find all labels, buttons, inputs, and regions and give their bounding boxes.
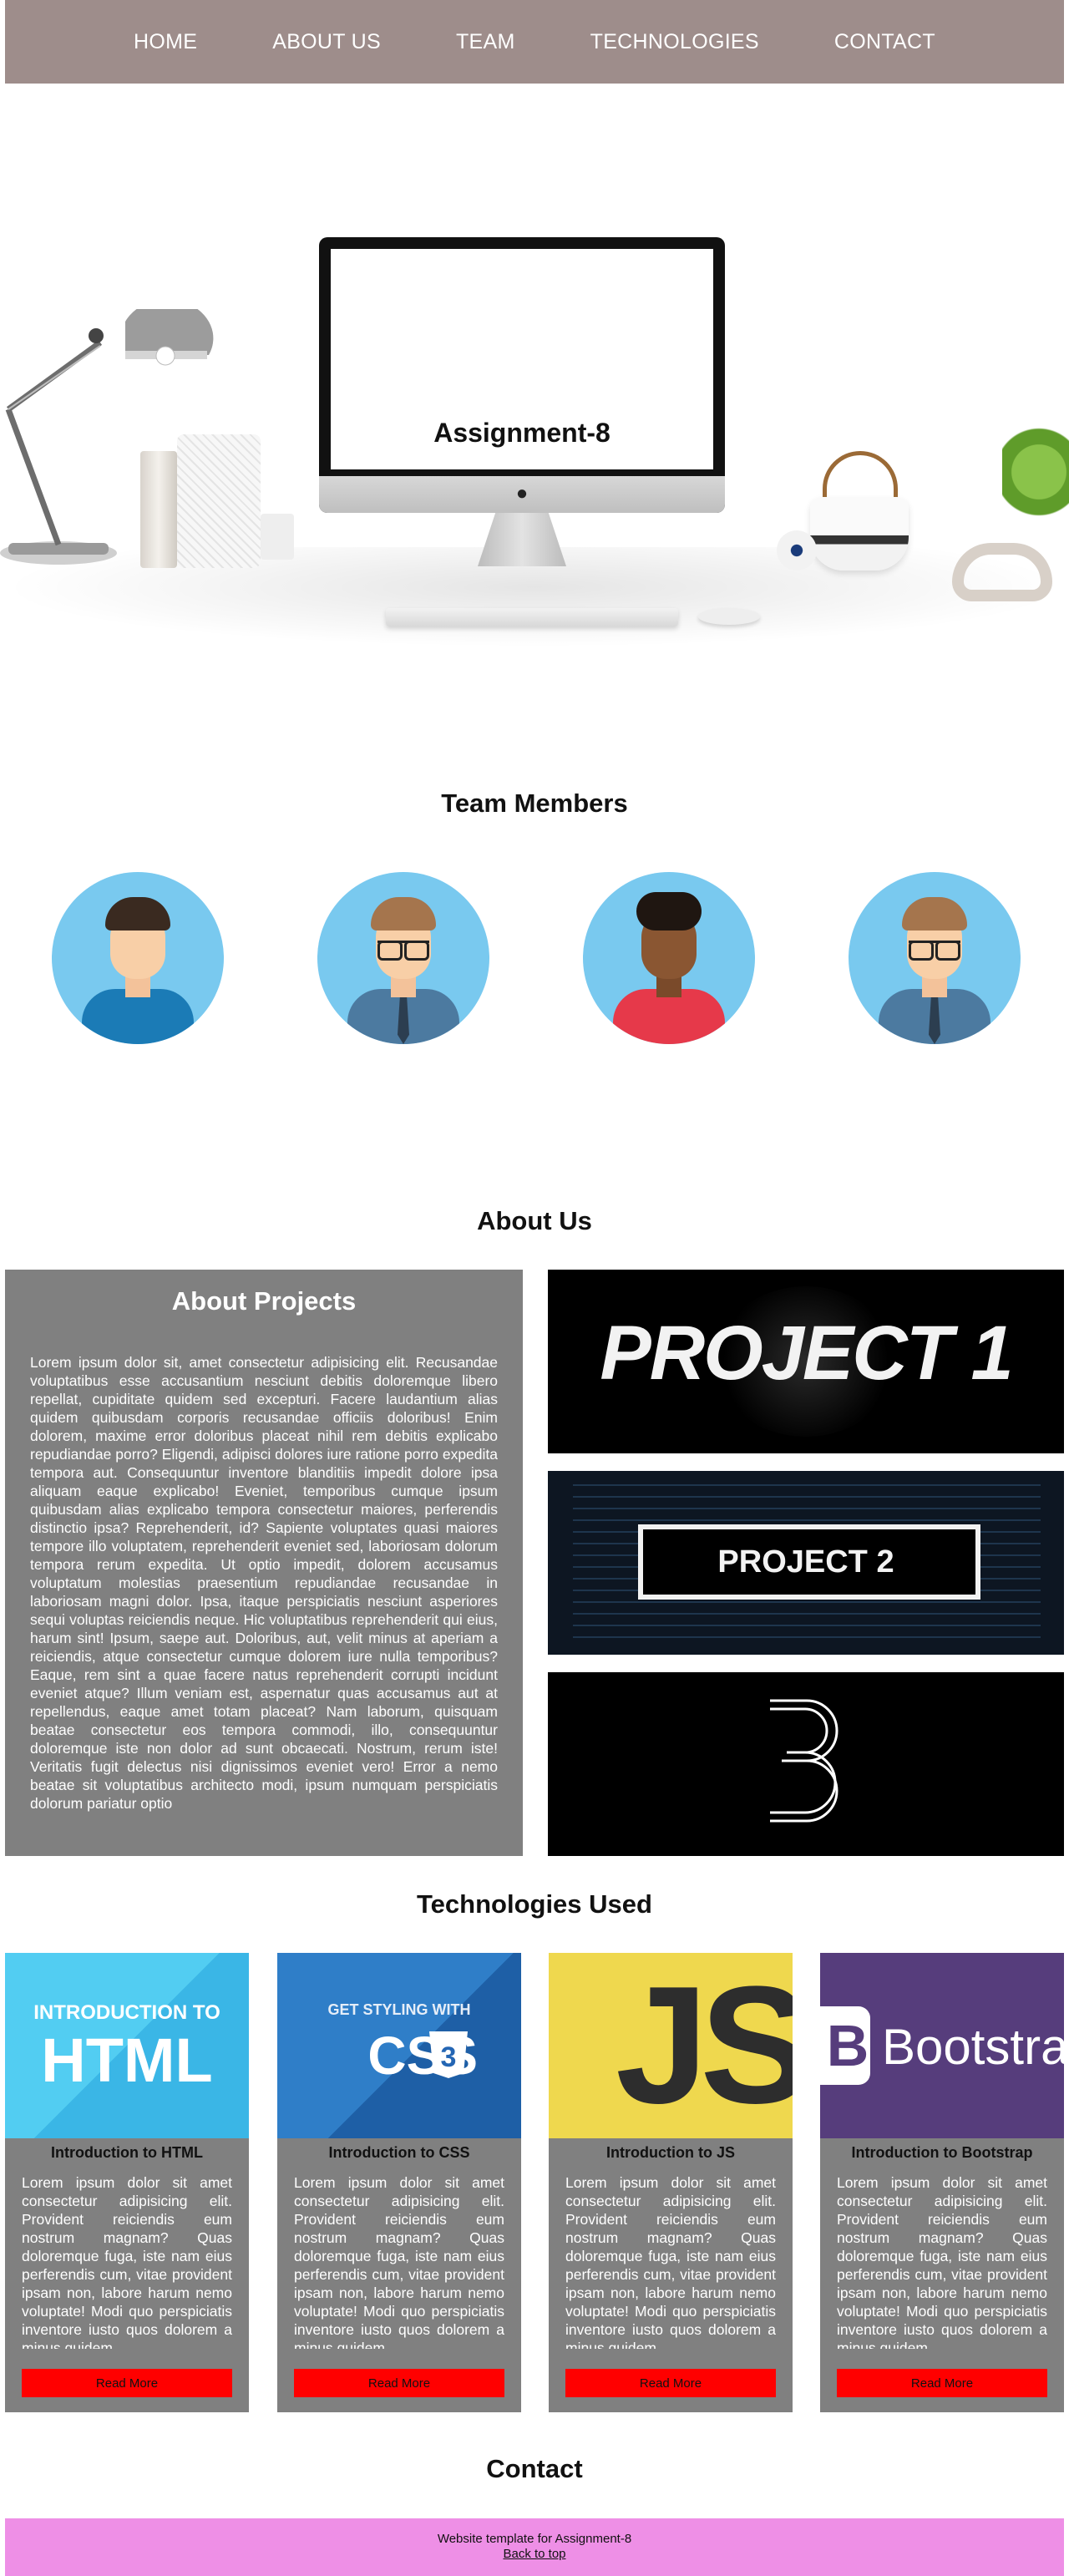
html-course-image: INTRODUCTION TO HTML: [5, 1953, 249, 2138]
tech-card-title: Introduction to CSS: [328, 2144, 470, 2161]
decorative-jar-image: [177, 434, 261, 568]
nav-link-home[interactable]: HOME: [134, 30, 197, 54]
read-more-button[interactable]: Read More: [294, 2369, 504, 2397]
tech-card-title: Introduction to JS: [606, 2144, 735, 2161]
read-more-button[interactable]: Read More: [565, 2369, 776, 2397]
page-footer: Website template for Assignment-8 Back t…: [5, 2518, 1064, 2576]
project-3-mark-icon: [770, 1699, 838, 1823]
nav-link-contact[interactable]: CONTACT: [834, 30, 935, 54]
project-3-image: 3: [548, 1672, 1064, 1856]
avatar-hair: [636, 892, 702, 931]
about-section-title: About Us: [477, 1206, 592, 1235]
team-section-title: Team Members: [441, 789, 628, 818]
bootstrap-logo-icon: B: [820, 2006, 870, 2085]
top-navigation: HOME ABOUT US TEAM TECHNOLOGIES CONTACT: [5, 0, 1064, 84]
tech-card-title: Introduction to HTML: [51, 2144, 203, 2161]
plant-image: [1002, 418, 1069, 526]
keyboard-image: [386, 608, 678, 626]
glasses-icon: [909, 941, 960, 961]
team-member-avatar: [583, 872, 755, 1044]
about-projects-heading: About Projects: [171, 1286, 357, 1316]
bootstrap-b-glyph: B: [826, 2013, 869, 2078]
about-projects-panel: About Projects Lorem ipsum dolor sit, am…: [5, 1270, 523, 1856]
css-image-subtitle: GET STYLING WITH: [327, 2001, 471, 2018]
back-to-top-link[interactable]: Back to top: [503, 2547, 565, 2562]
apple-logo-icon: ●: [515, 482, 529, 505]
glasses-icon: [377, 941, 429, 961]
mouse-image: [698, 608, 760, 625]
headphones-image: [952, 543, 1052, 601]
project-1-image: PROJECT 1: [548, 1270, 1064, 1453]
tech-card-css: GET STYLING WITH CSS 3 Introduction to C…: [277, 1953, 521, 2412]
team-member-avatar: [849, 872, 1021, 1044]
contact-section-title: Contact: [486, 2454, 583, 2483]
tech-card-html: INTRODUCTION TO HTML Introduction to HTM…: [5, 1953, 249, 2412]
about-projects-text: Lorem ipsum dolor sit, amet consectetur …: [30, 1354, 498, 1812]
read-more-button[interactable]: Read More: [837, 2369, 1047, 2397]
teacup-image: [777, 530, 817, 570]
avatar-hair: [105, 897, 170, 931]
css3-shield-icon: 3: [429, 2031, 468, 2078]
technologies-section-title: Technologies Used: [417, 1889, 652, 1919]
tech-card-text: Lorem ipsum dolor sit amet consectetur a…: [565, 2174, 776, 2349]
avatar-hair: [371, 897, 436, 931]
js-image-title: JS: [616, 1953, 793, 2138]
tech-card-title: Introduction to Bootstrap: [851, 2144, 1033, 2161]
monitor-stand: [478, 513, 566, 566]
hero-banner: ● Assignment-8: [0, 84, 1069, 718]
tech-card-text: Lorem ipsum dolor sit amet consectetur a…: [294, 2174, 504, 2349]
tech-card-text: Lorem ipsum dolor sit amet consectetur a…: [22, 2174, 232, 2349]
read-more-button[interactable]: Read More: [22, 2369, 232, 2397]
avatar-hair: [902, 897, 967, 931]
nav-link-technologies[interactable]: TECHNOLOGIES: [590, 30, 759, 54]
pencil-holder-image: [140, 451, 177, 568]
tech-card-js: JS Introduction to JS Lorem ipsum dolor …: [549, 1953, 793, 2412]
footer-text: Website template for Assignment-8: [437, 2532, 632, 2546]
project-2-image: PROJECT 2: [548, 1471, 1064, 1655]
team-member-avatar: [317, 872, 489, 1044]
tech-card-bootstrap: B Bootstra Introduction to Bootstrap Lor…: [820, 1953, 1064, 2412]
project-2-label: PROJECT 2: [717, 1544, 894, 1580]
html-image-title: HTML: [41, 2026, 213, 2095]
js-course-image: JS: [549, 1953, 793, 2138]
teapot-image: [810, 497, 909, 570]
nav-link-about-us[interactable]: ABOUT US: [272, 30, 381, 54]
html-image-subtitle: INTRODUCTION TO: [33, 2001, 220, 2024]
project-1-label: PROJECT 1: [600, 1311, 1013, 1396]
tech-card-text: Lorem ipsum dolor sit amet consectetur a…: [837, 2174, 1047, 2349]
hero-title: Assignment-8: [433, 418, 610, 448]
bootstrap-course-image: B Bootstra: [820, 1953, 1064, 2138]
team-member-avatar: [52, 872, 224, 1044]
monitor-image: ●: [319, 237, 725, 513]
nav-link-team[interactable]: TEAM: [456, 30, 515, 54]
svg-text:3: 3: [441, 2041, 457, 2073]
cup-image: [261, 514, 294, 560]
css-course-image: GET STYLING WITH CSS 3: [277, 1953, 521, 2138]
bootstrap-image-title: Bootstra: [882, 2019, 1064, 2075]
